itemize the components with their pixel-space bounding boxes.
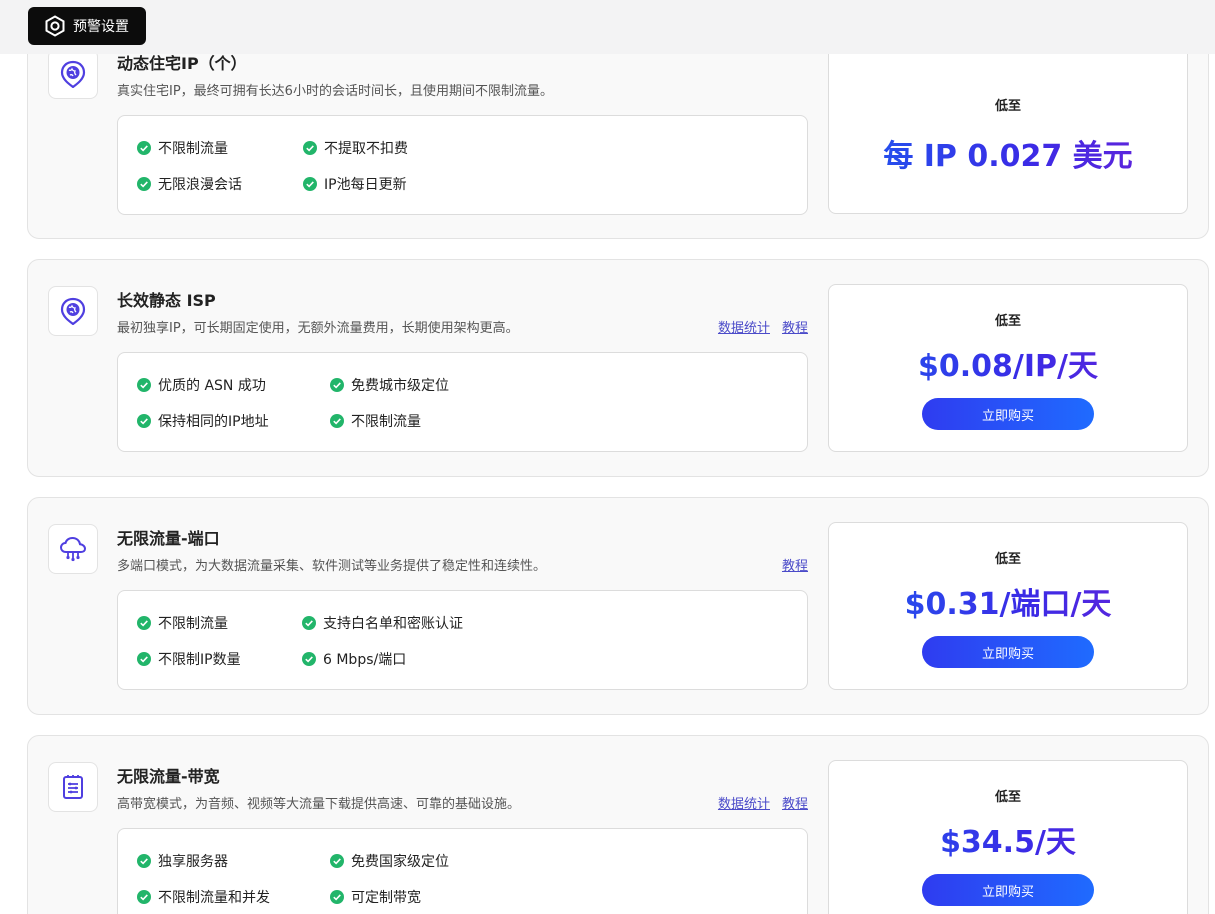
globe-pin-icon [60,297,86,325]
stats-link[interactable]: 数据统计 [718,317,770,336]
feature-box: 不限制流量 支持白名单和密账认证 不限制IP数量 6 Mbps/端口 [117,590,808,690]
feature-label: 可定制带宽 [351,890,421,906]
feature-label: 优质的 ASN 成功 [158,378,266,394]
card-links: 数据统计 教程 [718,317,808,336]
check-circle-icon [137,616,151,630]
feature-box: 独享服务器 免费国家级定位 不限制流量和并发 可定制带宽 [117,828,808,914]
feature-label: 无限浪漫会话 [158,177,242,193]
product-card-unlimited-bandwidth: 无限流量-带宽 高带宽模式，为音频、视频等大流量下载提供高速、可靠的基础设施。 … [27,735,1209,914]
feature-item: 不提取不扣费 [303,138,408,158]
feature-label: 独享服务器 [158,854,228,870]
server-chip-icon [63,775,83,799]
price-prefix: 低至 [994,99,1021,114]
price-value: $0.08/IP/天 [829,341,1187,385]
check-circle-icon [303,141,317,155]
product-icon-box [48,49,98,99]
price-value: 每 IP 0.027 美元 [829,131,1187,175]
tutorial-link[interactable]: 教程 [782,555,808,574]
feature-label: 6 Mbps/端口 [323,652,407,668]
buy-now-button[interactable]: 立即购买 [922,636,1094,668]
stats-link[interactable]: 数据统计 [718,793,770,812]
check-circle-icon [330,378,344,392]
check-circle-icon [137,141,151,155]
tutorial-link[interactable]: 教程 [782,793,808,812]
card-links: 教程 [782,555,808,574]
cloud-network-icon [59,536,87,562]
product-title: 无限流量-带宽 [117,767,220,786]
feature-box: 优质的 ASN 成功 免费城市级定位 保持相同的IP地址 不限制流量 [117,352,808,452]
check-circle-icon [303,177,317,191]
feature-item: 6 Mbps/端口 [302,649,406,669]
feature-item: 独享服务器 [137,851,228,871]
globe-pin-icon [60,60,86,88]
check-circle-icon [137,414,151,428]
feature-item: 保持相同的IP地址 [137,411,269,431]
feature-label: 支持白名单和密账认证 [323,616,463,632]
product-list: 动态住宅IP（个） 真实住宅IP，最终可拥有长达6小时的会话时间长，且使用期间不… [0,0,1215,914]
product-title: 长效静态 ISP [117,291,216,310]
check-circle-icon [330,414,344,428]
hexagon-icon [45,15,65,37]
price-prefix: 低至 [994,552,1021,567]
feature-item: 不限制流量 [137,613,228,633]
product-icon-box [48,286,98,336]
product-description: 高带宽模式，为音频、视频等大流量下载提供高速、可靠的基础设施。 [117,797,521,812]
check-circle-icon [330,890,344,904]
check-circle-icon [302,652,316,666]
feature-item: 无限浪漫会话 [137,174,242,194]
feature-item: 不限制流量和并发 [137,887,270,907]
alert-settings-button[interactable]: 预警设置 [28,7,146,45]
feature-label: 不限制流量 [158,141,228,157]
feature-item: 不限制流量 [330,411,421,431]
card-links: 数据统计 教程 [718,793,808,812]
product-card-static-isp: 长效静态 ISP 最初独享IP，可长期固定使用，无额外流量费用，长期使用架构更高… [27,259,1209,477]
tutorial-link[interactable]: 教程 [782,317,808,336]
feature-label: 免费城市级定位 [351,378,449,394]
product-card-unlimited-port: 无限流量-端口 多端口模式，为大数据流量采集、软件测试等业务提供了稳定性和连续性… [27,497,1209,715]
check-circle-icon [137,652,151,666]
check-circle-icon [137,890,151,904]
feature-label: 免费国家级定位 [351,854,449,870]
top-bar: 预警设置 [0,0,1215,54]
feature-item: 免费国家级定位 [330,851,449,871]
buy-now-button[interactable]: 立即购买 [922,874,1094,906]
feature-box: 不限制流量 不提取不扣费 无限浪漫会话 IP池每日更新 [117,115,808,215]
feature-item: IP池每日更新 [303,174,407,194]
feature-label: 不限制流量 [351,414,421,430]
feature-label: 不限制流量 [158,616,228,632]
price-prefix: 低至 [994,790,1021,805]
price-value: $0.31/端口/天 [829,579,1187,623]
feature-label: 不限制IP数量 [158,652,241,668]
product-description: 多端口模式，为大数据流量采集、软件测试等业务提供了稳定性和连续性。 [117,559,547,574]
check-circle-icon [137,378,151,392]
buy-now-button[interactable]: 立即购买 [922,398,1094,430]
alert-settings-label: 预警设置 [73,19,129,35]
product-description: 真实住宅IP，最终可拥有长达6小时的会话时间长，且使用期间不限制流量。 [117,84,553,99]
check-circle-icon [330,854,344,868]
feature-item: 优质的 ASN 成功 [137,375,266,395]
price-prefix: 低至 [994,314,1021,329]
check-circle-icon [137,177,151,191]
price-box: 低至 $34.5/天 立即购买 [828,760,1188,914]
feature-label: 不提取不扣费 [324,141,408,157]
feature-item: 不限制IP数量 [137,649,241,669]
check-circle-icon [137,854,151,868]
price-box: 低至 $0.08/IP/天 立即购买 [828,284,1188,452]
feature-label: 不限制流量和并发 [158,890,270,906]
price-box: 低至 $0.31/端口/天 立即购买 [828,522,1188,690]
check-circle-icon [302,616,316,630]
feature-item: 不限制流量 [137,138,228,158]
feature-item: 支持白名单和密账认证 [302,613,463,633]
product-card-dynamic-residential: 动态住宅IP（个） 真实住宅IP，最终可拥有长达6小时的会话时间长，且使用期间不… [27,22,1209,239]
price-box: 低至 每 IP 0.027 美元 [828,46,1188,214]
product-description: 最初独享IP，可长期固定使用，无额外流量费用，长期使用架构更高。 [117,321,519,336]
feature-label: IP池每日更新 [324,177,407,193]
feature-label: 保持相同的IP地址 [158,414,269,430]
feature-item: 可定制带宽 [330,887,421,907]
feature-item: 免费城市级定位 [330,375,449,395]
product-icon-box [48,762,98,812]
product-title: 无限流量-端口 [117,529,220,548]
product-icon-box [48,524,98,574]
price-value: $34.5/天 [829,817,1187,861]
